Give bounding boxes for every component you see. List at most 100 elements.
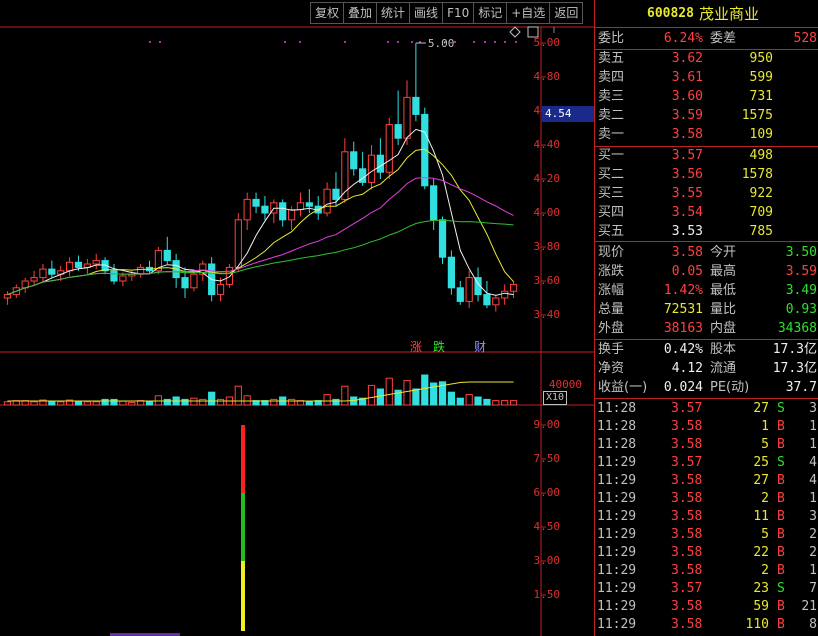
- volume-bar: [341, 385, 349, 406]
- chart-panel[interactable]: 5.00 复权叠加统计画线F10标记+自选返回 5.004.804.604.40…: [0, 0, 594, 636]
- bid-level[interactable]: 买三 3.55 922: [595, 185, 818, 203]
- ma5-line: [7, 128, 514, 296]
- volume-bar: [190, 397, 198, 406]
- signal-dot: [504, 41, 506, 43]
- signal-dot: [473, 41, 475, 43]
- ask-level[interactable]: 卖五 3.62 950: [595, 50, 818, 68]
- candle-body: [190, 273, 198, 289]
- volume-bar: [3, 401, 12, 406]
- candle-body: [216, 283, 225, 296]
- tick-row[interactable]: 11:29 3.58 27 B 4: [595, 472, 818, 490]
- volume-bar: [110, 398, 118, 406]
- price-tick-label: 5.00: [533, 36, 561, 49]
- candle-body: [456, 287, 464, 302]
- candle-body: [305, 202, 313, 207]
- bid-volume: 1578: [741, 167, 773, 182]
- candle-body: [3, 294, 12, 299]
- ask-level[interactable]: 卖二 3.59 1575: [595, 107, 818, 125]
- bid-price: 3.54: [671, 205, 703, 220]
- candle-body: [323, 188, 331, 214]
- volume-bar: [287, 398, 296, 406]
- signal-dot: [299, 41, 301, 43]
- bid-level[interactable]: 买二 3.56 1578: [595, 166, 818, 184]
- event-tag[interactable]: 涨: [410, 338, 422, 355]
- event-tag[interactable]: 跌: [433, 338, 445, 355]
- signal-dot: [411, 41, 413, 43]
- tick-row[interactable]: 11:29 3.58 2 B 1: [595, 562, 818, 580]
- volume-bar: [332, 398, 340, 406]
- price-tick-label: 4.80: [533, 70, 561, 83]
- toolbar-button-2[interactable]: 统计: [376, 2, 411, 24]
- ask-level[interactable]: 卖三 3.60 731: [595, 88, 818, 106]
- tick-row[interactable]: 11:29 3.57 25 S 4: [595, 454, 818, 472]
- volume-bar: [465, 394, 473, 406]
- stat-row: 涨跌 0.05 最高 3.59: [598, 264, 817, 279]
- quote-panel: 600828 茂业商业 委比 6.24% 委差 528 卖五 3.62 950 卖四 3…: [594, 0, 818, 636]
- candle-body: [465, 277, 473, 302]
- volume-bar: [412, 388, 420, 406]
- volume-bar: [305, 401, 313, 406]
- volume-bar: [474, 396, 482, 406]
- tick-row[interactable]: 11:29 3.58 59 B 21: [595, 598, 818, 616]
- event-tag[interactable]: 财: [474, 338, 486, 355]
- tick-row[interactable]: 11:29 3.58 5 B 2: [595, 526, 818, 544]
- ask-price: 3.60: [671, 89, 703, 104]
- bid-volume: 709: [749, 205, 773, 220]
- volume-bar: [270, 398, 278, 406]
- signal-dot: [284, 41, 286, 43]
- toolbar-button-1[interactable]: 叠加: [343, 2, 378, 24]
- candle-body: [403, 96, 411, 139]
- volume-bar: [447, 391, 456, 406]
- ask-level[interactable]: 卖一 3.58 109: [595, 126, 818, 144]
- bid-price: 3.56: [671, 167, 703, 182]
- ask-volume: 599: [749, 70, 773, 85]
- bid-level[interactable]: 买一 3.57 498: [595, 147, 818, 165]
- candle-body: [65, 261, 74, 272]
- candle-body: [110, 270, 118, 282]
- tick-row[interactable]: 11:28 3.58 5 B 1: [595, 436, 818, 454]
- fundamental-row: 收益(一) 0.024 PE(动) 37.7: [598, 380, 817, 395]
- tick-row[interactable]: 11:29 3.58 22 B 2: [595, 544, 818, 562]
- candle-body: [163, 249, 171, 262]
- price-tick-label: 3.80: [533, 240, 561, 253]
- tick-row[interactable]: 11:28 3.58 1 B 1: [595, 418, 818, 436]
- ask-volume: 109: [749, 127, 773, 142]
- toolbar-button-3[interactable]: 画线: [409, 2, 444, 24]
- bid-price: 3.57: [671, 148, 703, 163]
- price-tick-label: 4.00: [533, 206, 561, 219]
- ask-volume: 731: [749, 89, 773, 104]
- kline-chart[interactable]: 5.00: [0, 0, 594, 636]
- tick-row[interactable]: 11:28 3.57 27 S 3: [595, 400, 818, 418]
- stock-header: 600828 茂业商业: [595, 5, 818, 25]
- tick-row[interactable]: 11:29 3.58 11 B 3: [595, 508, 818, 526]
- toolbar-button-0[interactable]: 复权: [310, 2, 345, 24]
- candle-body: [296, 202, 305, 211]
- tick-row[interactable]: 11:29 3.58 2 B 1: [595, 490, 818, 508]
- candle-body: [376, 154, 384, 173]
- candle-body: [119, 275, 127, 282]
- volume-bar: [163, 398, 171, 406]
- candle-body: [234, 219, 242, 268]
- indicator-bar-yellow: [241, 561, 245, 631]
- indicator-tick-label: 7.50: [533, 452, 561, 465]
- bid-level[interactable]: 买五 3.53 785: [595, 223, 818, 241]
- signal-dot: [387, 41, 389, 43]
- volume-unit-label: X10: [543, 391, 568, 405]
- toolbar-button-5[interactable]: 标记: [473, 2, 508, 24]
- signal-dot: [494, 41, 496, 43]
- volume-bar: [492, 400, 500, 406]
- bid-level[interactable]: 买四 3.54 709: [595, 204, 818, 222]
- signal-dot: [484, 41, 486, 43]
- toolbar-button-6[interactable]: +自选: [506, 2, 551, 24]
- toolbar-button-7[interactable]: 返回: [549, 2, 584, 24]
- toolbar-button-4[interactable]: F10: [442, 2, 475, 24]
- ask-level[interactable]: 卖四 3.61 599: [595, 69, 818, 87]
- volume-bar: [199, 398, 207, 406]
- volume-bar: [403, 380, 411, 406]
- candle-body: [430, 185, 438, 221]
- tick-row[interactable]: 11:29 3.58 110 B 8: [595, 616, 818, 634]
- candle-body: [243, 198, 251, 221]
- tick-row[interactable]: 11:29 3.57 23 S 7: [595, 580, 818, 598]
- candle-body: [350, 151, 358, 170]
- indicator-tick-label: 4.50: [533, 520, 561, 533]
